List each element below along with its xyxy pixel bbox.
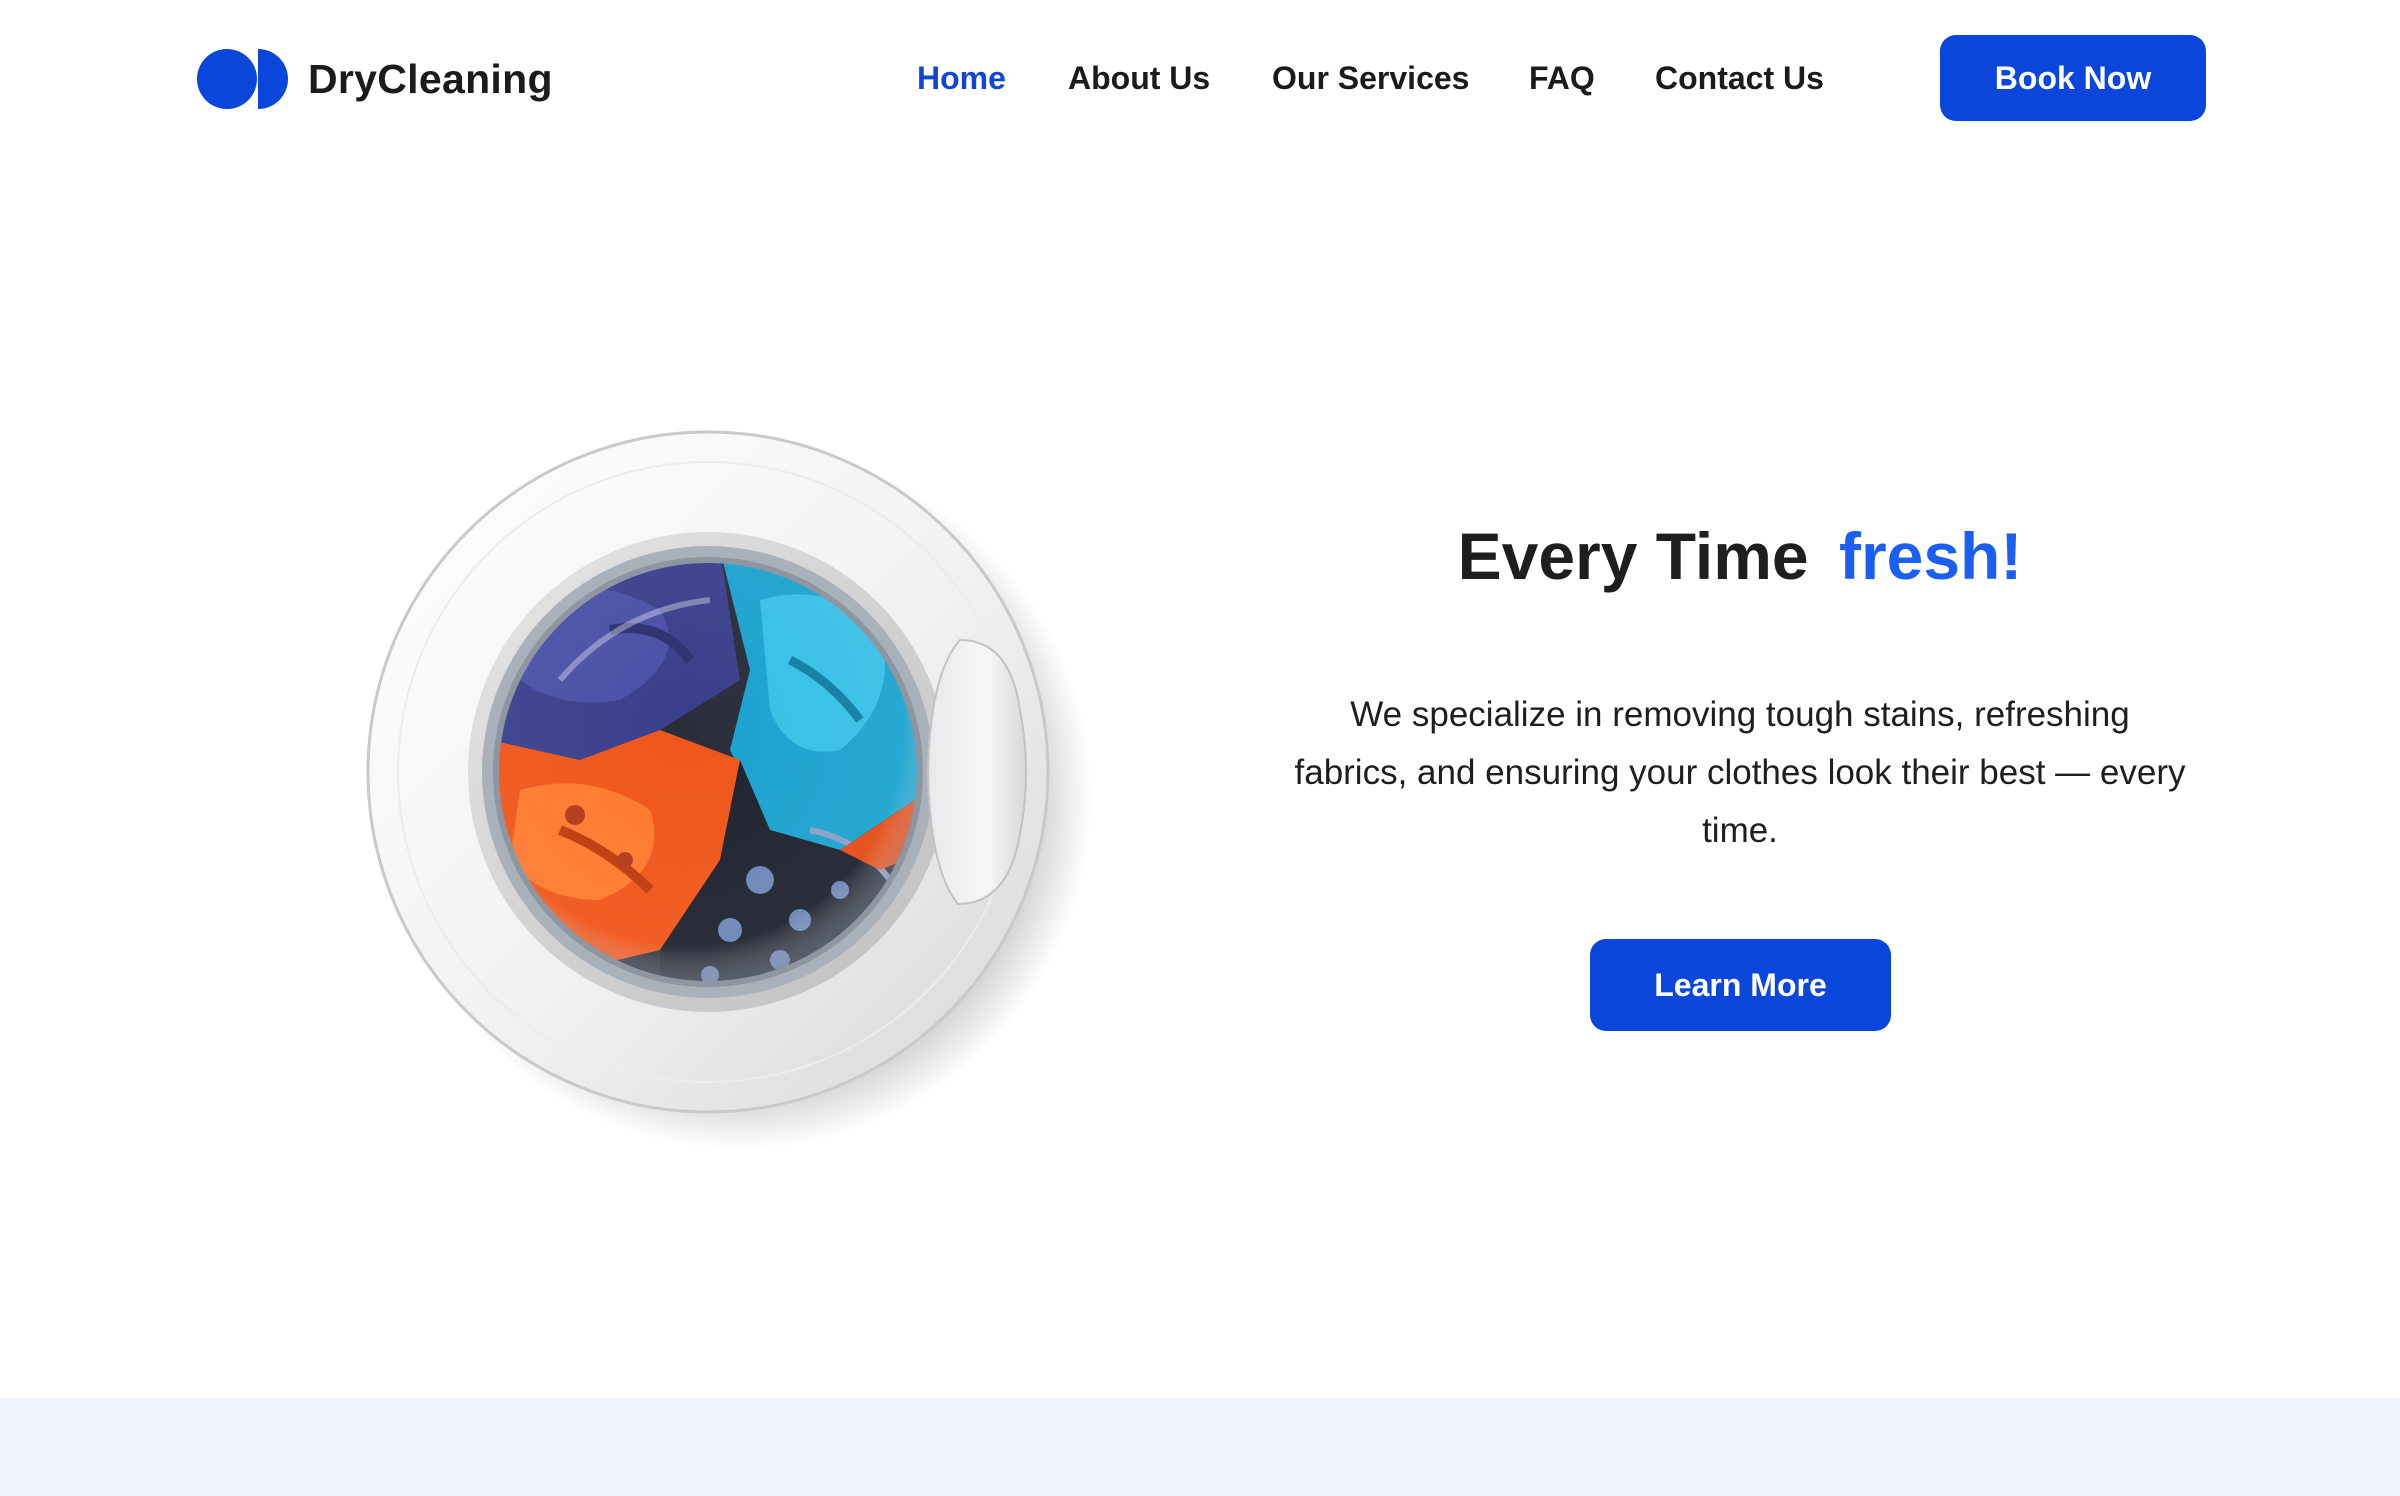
next-section-band (0, 1398, 2400, 1496)
hero-description: We specialize in removing tough stains, … (1294, 695, 2186, 850)
nav-item-about-us[interactable]: About Us (1068, 54, 1210, 102)
nav-item-contact-us[interactable]: Contact Us (1655, 54, 1824, 102)
brand-logo[interactable]: DryCleaning (196, 48, 553, 110)
hero-title-accent: fresh! (1838, 519, 2023, 593)
site-header: DryCleaning Home About Us Our Services F… (0, 0, 2400, 160)
nav-item-faq[interactable]: FAQ (1529, 54, 1595, 102)
hero-title-main: Every Time (1457, 519, 1809, 593)
learn-more-button[interactable]: Learn More (1590, 939, 1891, 1031)
hero-image (360, 430, 1100, 1170)
hero-title: Every Time fresh! (1280, 508, 2200, 604)
washing-machine-door-icon (366, 430, 1092, 1150)
brand-name: DryCleaning (308, 55, 553, 102)
logo-icon (197, 49, 288, 109)
book-now-button[interactable]: Book Now (1940, 35, 2206, 121)
nav-item-home[interactable]: Home (917, 54, 1006, 102)
nav-item-our-services[interactable]: Our Services (1272, 54, 1469, 102)
